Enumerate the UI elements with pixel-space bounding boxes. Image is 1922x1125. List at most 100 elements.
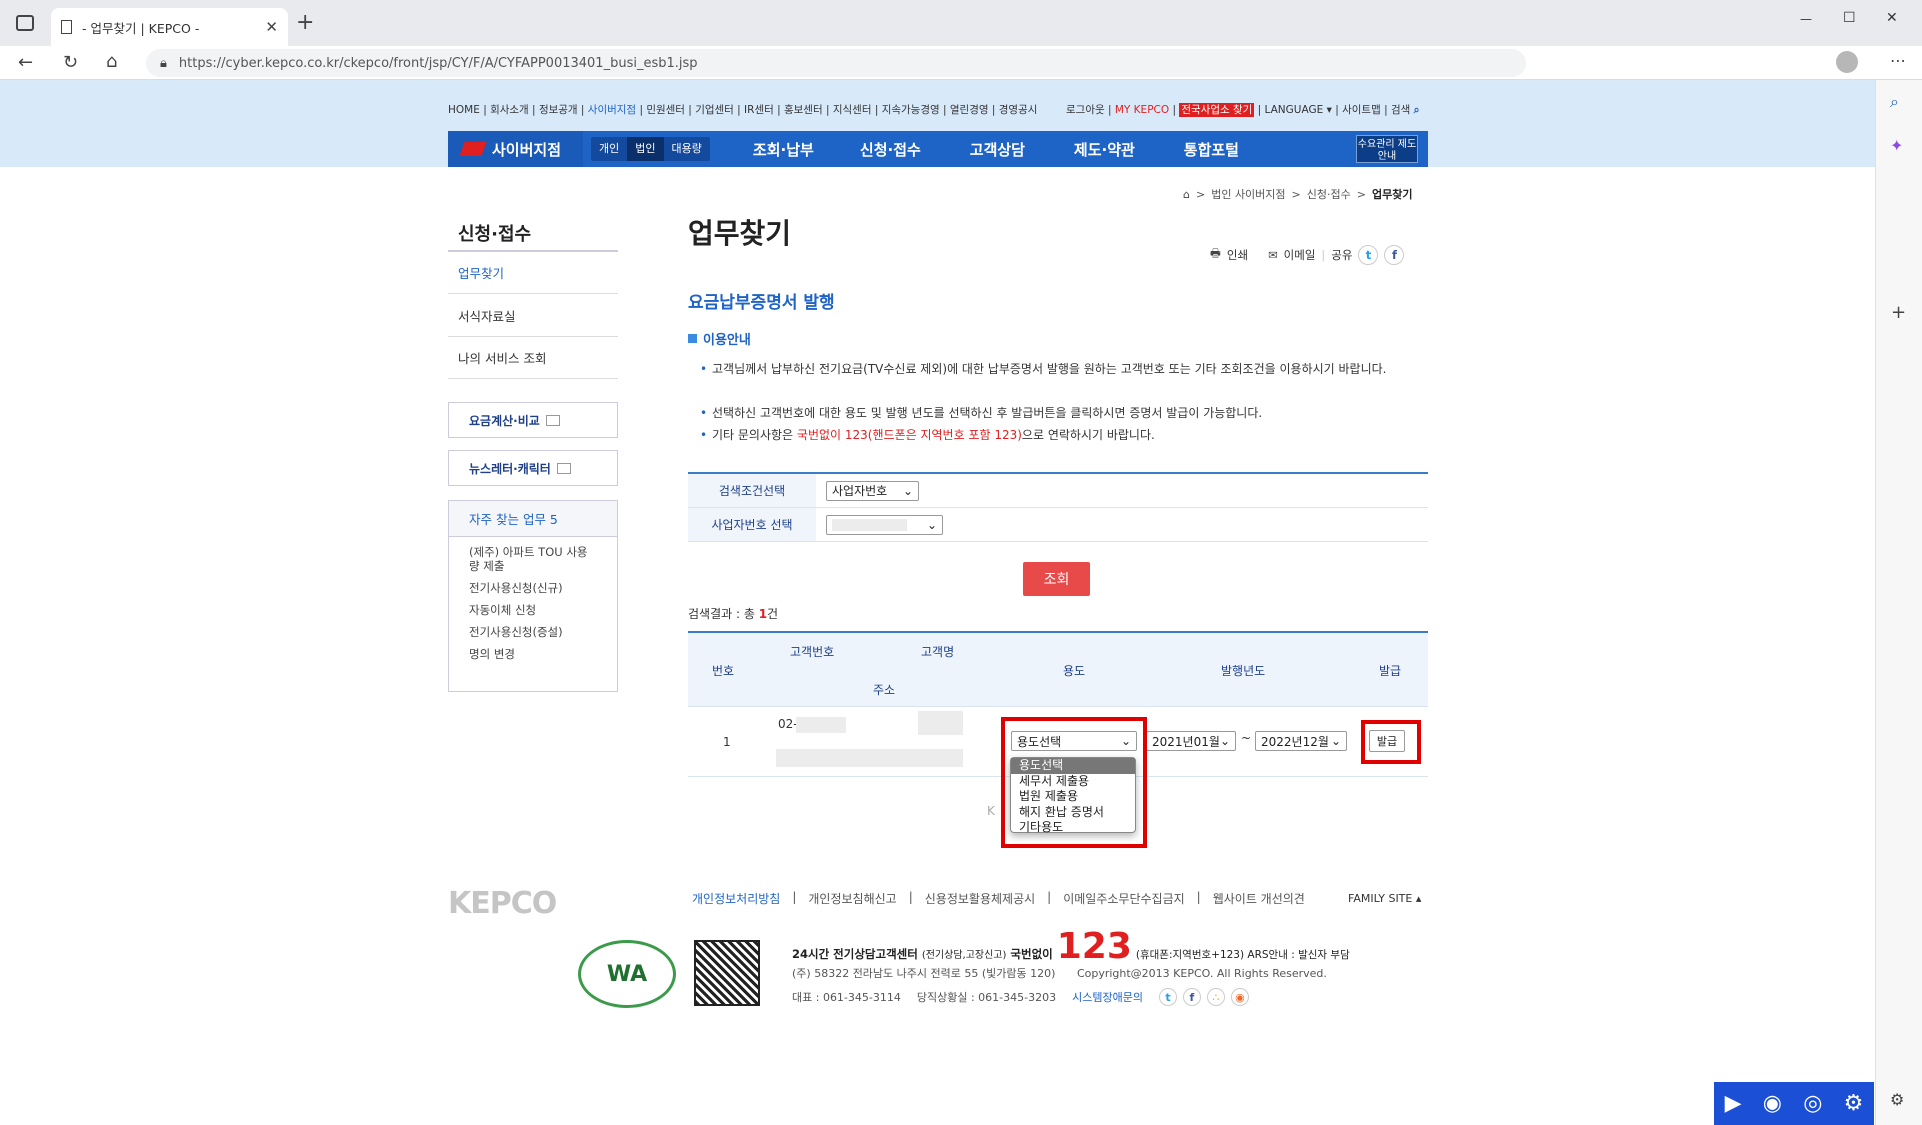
seg-large[interactable]: 대용량 [664,137,710,161]
print-icon[interactable]: 🖶︎ [1210,246,1221,265]
improve-link[interactable]: 웹사이트 개선의견 [1213,890,1305,907]
settings-icon[interactable]: ⚙ [1890,1090,1904,1109]
browser-sidebar: ⌕ ✦ + ⚙ [1875,80,1922,1125]
cond-select[interactable]: 사업자번호 ⌄ [826,480,919,501]
util-pr[interactable]: 홍보센터 [784,104,823,116]
home-icon[interactable]: ⌂ [106,51,117,72]
url-field[interactable]: 🔒︎ https://cyber.kepco.co.kr/ckepco/fron… [146,49,1526,77]
freq-item[interactable]: 자동이체 신청 [449,603,617,617]
search-button[interactable]: 조회 [1023,562,1090,596]
logout-link[interactable]: 로그아웃 [1066,104,1105,116]
social-icon[interactable]: ∴ [1206,988,1225,1006]
freq-item[interactable]: 전기사용신청(신규) [449,581,617,595]
year-from-select[interactable]: 2021년01월 ⌄ [1146,731,1236,751]
print-link[interactable]: 인쇄 [1227,247,1248,263]
util-ir[interactable]: IR센터 [744,104,774,116]
tab-actions-icon[interactable] [16,15,34,31]
close-window-button[interactable]: ✕ [1886,10,1898,26]
lnb-item-find-task[interactable]: 업무찾기 [448,250,618,293]
biz-select[interactable]: ⌄ [826,514,943,535]
util-biz[interactable]: 기업센터 [695,104,734,116]
pager-first-icon[interactable]: K [987,804,995,818]
seg-corporate[interactable]: 법인 [627,137,664,161]
search-icon[interactable]: ⌕ [1414,104,1420,117]
usage-option[interactable]: 용도선택 [1011,758,1135,774]
copyright-text: Copyright@2013 KEPCO. All Rights Reserve… [1076,967,1327,980]
usage-option[interactable]: 세무서 제출용 [1011,774,1135,790]
facebook-icon[interactable]: f [1182,988,1201,1006]
find-office-link[interactable]: 전국사업소 찾기 [1179,103,1255,117]
freq-item[interactable]: (제주) 아파트 TOU 사용량 제출 [449,545,617,573]
util-notice[interactable]: 경영공시 [999,104,1038,116]
twitter-icon[interactable]: t [1358,245,1379,265]
more-menu-icon[interactable]: ⋯ [1890,51,1906,70]
breadcrumb-1[interactable]: 법인 사이버지점 [1211,186,1285,202]
browser-tab-strip: - 업무찾기 | KEPCO - ✕ + — ☐ ✕ [0,0,1922,46]
util-minwon[interactable]: 민원센터 [646,104,685,116]
reload-icon[interactable]: ↻ [63,52,78,73]
stop-icon[interactable]: ◉ [1763,1091,1782,1116]
guide-text: 고객님께서 납부하신 전기요금(TV수신료 제외)에 대한 납부증명서 발행을 … [712,362,1387,376]
calc-compare-box[interactable]: 요금계산·비교 [448,402,618,438]
rss-icon[interactable]: ◉ [1230,988,1249,1006]
family-site-select[interactable]: FAMILY SITE ▴ [1348,892,1421,905]
menu-terms[interactable]: 제도·약관 [1051,139,1158,160]
year-to-select[interactable]: 2022년12월 ⌄ [1255,731,1347,751]
usage-option[interactable]: 해지 환납 증명서 [1011,805,1135,821]
facebook-icon[interactable]: f [1384,245,1405,265]
menu-apply[interactable]: 신청·접수 [837,139,944,160]
masked-cust-name [918,711,963,735]
seg-personal[interactable]: 개인 [591,137,627,161]
gear-icon[interactable]: ⚙ [1844,1091,1864,1116]
calc-compare-label: 요금계산·비교 [469,413,540,428]
brand[interactable]: 사이버지점 [448,131,583,167]
minimize-button[interactable]: — [1800,12,1812,26]
url-text: https://cyber.kepco.co.kr/ckepco/front/j… [178,55,698,71]
lnb-item-forms[interactable]: 서식자료실 [448,293,618,336]
home-icon[interactable]: ⌂ [1183,188,1190,201]
search-icon[interactable]: ⌕ [1890,92,1899,112]
maximize-button[interactable]: ☐ [1843,10,1856,26]
address-bar-row: ← ↻ ⌂ 🔒︎ https://cyber.kepco.co.kr/ckepc… [0,46,1922,80]
newsletter-box[interactable]: 뉴스레터·캐릭터 [448,450,618,486]
my-kepco-link[interactable]: MY KEPCO [1115,104,1169,116]
new-tab-button[interactable]: + [296,10,314,35]
util-open[interactable]: 열린경영 [950,104,989,116]
util-sustain[interactable]: 지속가능경영 [882,104,940,116]
demand-guide-button[interactable]: 수요관리 제도안내 [1356,135,1418,163]
freq-item[interactable]: 명의 변경 [449,647,617,661]
sitemap-link[interactable]: 사이트맵 [1342,104,1381,116]
copilot-icon[interactable]: ✦ [1890,136,1903,155]
privacy-policy-link[interactable]: 개인정보처리방침 [692,890,780,907]
credit-info-link[interactable]: 신용정보활용체제공시 [925,890,1035,907]
sys-error-link[interactable]: 시스템장애문의 [1072,989,1143,1005]
freq-item[interactable]: 전기사용신청(증설) [449,625,617,639]
usage-option[interactable]: 기타용도 [1011,820,1135,836]
back-icon[interactable]: ← [18,52,33,73]
add-icon[interactable]: + [1891,302,1906,323]
breadcrumb-2[interactable]: 신청·접수 [1307,186,1351,202]
email-ban-link[interactable]: 이메일주소무단수집금지 [1063,890,1184,907]
usage-dropdown: 용도선택 세무서 제출용 법원 제출용 해지 환납 증명서 기타용도 [1010,757,1136,836]
browser-tab[interactable]: - 업무찾기 | KEPCO - ✕ [51,8,288,46]
language-link[interactable]: LANGUAGE [1265,104,1324,116]
menu-portal[interactable]: 통합포털 [1158,139,1265,160]
email-icon[interactable]: ✉ [1268,248,1278,262]
email-link[interactable]: 이메일 [1284,247,1316,263]
util-home[interactable]: HOME [448,104,480,116]
usage-option[interactable]: 법원 제출용 [1011,789,1135,805]
util-cyber[interactable]: 사이버지점 [588,104,636,116]
menu-inquiry[interactable]: 조회·납부 [730,139,837,160]
menu-consult[interactable]: 고객상담 [944,139,1051,160]
util-knowledge[interactable]: 지식센터 [833,104,872,116]
profile-avatar-icon[interactable] [1836,51,1858,73]
util-disclosure[interactable]: 정보공개 [539,104,578,116]
privacy-report-link[interactable]: 개인정보침해신고 [808,890,896,907]
twitter-icon[interactable]: t [1158,988,1177,1006]
eye-icon[interactable]: ◎ [1803,1091,1822,1116]
close-tab-icon[interactable]: ✕ [265,18,278,36]
search-link[interactable]: 검색 [1391,104,1410,116]
play-icon[interactable]: ▶ [1725,1091,1742,1116]
lnb-item-my-service[interactable]: 나의 서비스 조회 [448,336,618,379]
util-company[interactable]: 회사소개 [490,104,529,116]
